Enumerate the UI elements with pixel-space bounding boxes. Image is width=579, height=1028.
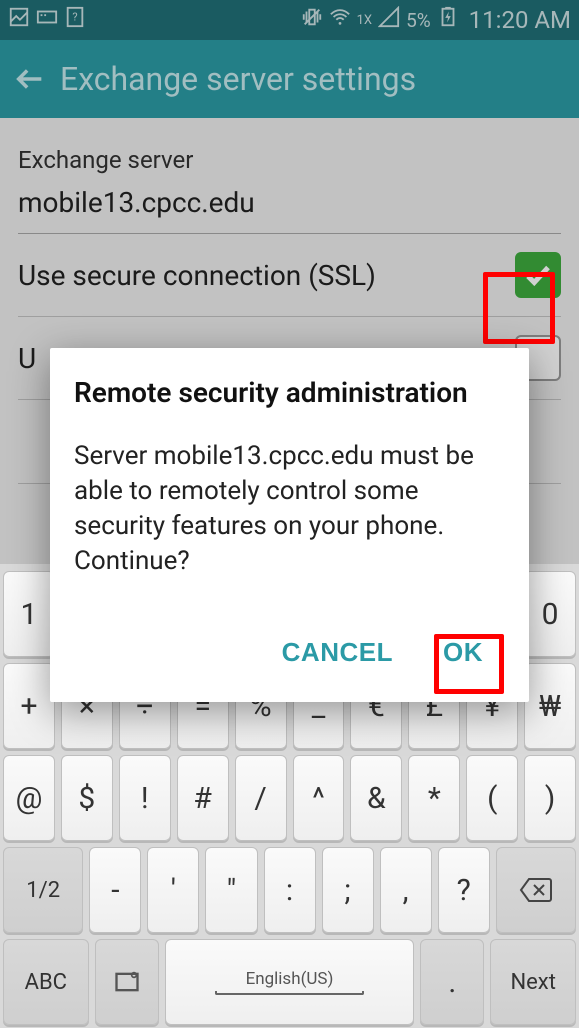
- second-option-label: U: [18, 342, 36, 375]
- key-^[interactable]: ^: [293, 755, 345, 841]
- key-$[interactable]: $: [61, 755, 113, 841]
- key-@[interactable]: @: [3, 755, 55, 841]
- key-page-toggle[interactable]: 1/2: [3, 847, 83, 933]
- key-#[interactable]: #: [177, 755, 229, 841]
- dialog-body: Server mobile13.cpcc.edu must be able to…: [74, 439, 505, 579]
- key-![interactable]: !: [119, 755, 171, 841]
- ssl-label: Use secure connection (SSL): [18, 259, 376, 292]
- clock: 11:20 AM: [469, 6, 571, 34]
- picture-icon: [8, 6, 30, 34]
- highlight-ssl-checkbox: [483, 272, 555, 344]
- key--[interactable]: -: [89, 847, 141, 933]
- server-label: Exchange server: [18, 132, 561, 178]
- key-₩[interactable]: ₩: [524, 663, 576, 749]
- keyboard-icon: [36, 6, 58, 34]
- svg-text:?: ?: [72, 11, 77, 24]
- server-input[interactable]: mobile13.cpcc.edu: [18, 178, 561, 234]
- app-bar: Exchange server settings: [0, 40, 579, 118]
- page-title: Exchange server settings: [60, 60, 416, 98]
- battery-charging-icon: [437, 6, 459, 34]
- key-1[interactable]: 1: [3, 571, 55, 657]
- key-/[interactable]: /: [235, 755, 287, 841]
- vibrate-icon: [301, 6, 323, 34]
- highlight-ok-button: [434, 634, 504, 694]
- key-?[interactable]: ?: [438, 847, 490, 933]
- key-&[interactable]: &: [350, 755, 402, 841]
- battery-percent: 5%: [406, 9, 431, 32]
- key-+[interactable]: +: [3, 663, 55, 749]
- status-bar: ? 1X 5% 11:20 AM: [0, 0, 579, 40]
- key-'[interactable]: ': [147, 847, 199, 933]
- key-next[interactable]: Next: [490, 939, 576, 1025]
- wifi-icon: [329, 6, 351, 34]
- key-([interactable]: (: [466, 755, 518, 841]
- key-settings[interactable]: [95, 939, 159, 1025]
- key-*[interactable]: *: [408, 755, 460, 841]
- dialog-title: Remote security administration: [74, 376, 505, 409]
- key-0[interactable]: 0: [524, 571, 576, 657]
- key-backspace[interactable]: [496, 847, 576, 933]
- key-period[interactable]: .: [420, 939, 484, 1025]
- key-,[interactable]: ,: [380, 847, 432, 933]
- back-button[interactable]: [10, 59, 50, 99]
- network-type: 1X: [357, 13, 372, 28]
- ssl-row[interactable]: Use secure connection (SSL): [18, 234, 561, 317]
- key-;[interactable]: ;: [322, 847, 374, 933]
- key-"[interactable]: ": [205, 847, 257, 933]
- help-icon: ?: [64, 6, 86, 34]
- signal-icon: [378, 6, 400, 34]
- cancel-button[interactable]: CANCEL: [270, 629, 405, 676]
- key-abc[interactable]: ABC: [3, 939, 89, 1025]
- key-)[interactable]: ): [524, 755, 576, 841]
- key-:[interactable]: :: [264, 847, 316, 933]
- key-space[interactable]: English(US): [165, 939, 415, 1025]
